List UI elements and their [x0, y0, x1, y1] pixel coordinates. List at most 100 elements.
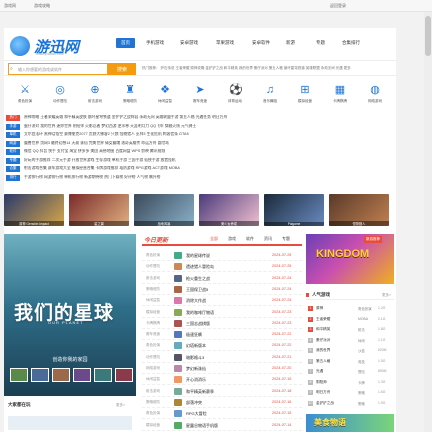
- news-title-link[interactable]: 消除大作战: [186, 298, 206, 304]
- link-row-links[interactable]: 好玩的手游推荐 二次元手游 开放世界游戏 生存游戏 单机手游 三国手游 仙侠手游…: [24, 158, 394, 163]
- news-title-link[interactable]: 枪火重生之战: [186, 276, 210, 282]
- news-row[interactable]: 角色扮演 我的星球传说 2024-07-25: [142, 250, 302, 261]
- news-row[interactable]: 模拟经营 我的咖啡厅物语 2024-07-23: [142, 307, 302, 318]
- rank-title[interactable]: 我的世界: [316, 348, 330, 353]
- link-row-links[interactable]: 微信 QQ 抖音 快手 支付宝 淘宝 拼多多 美团 高德地图 百度网盘 WPS …: [24, 149, 394, 154]
- ranking-row[interactable]: 5 我的世界 沙盒 620M: [306, 346, 394, 355]
- link-row-links[interactable]: 射击游戏合集 赛车游戏大全 模拟经营合集 卡牌游戏推荐 塔防游戏 RPG游戏 A…: [24, 166, 394, 171]
- news-tab-4[interactable]: 专题: [282, 236, 290, 242]
- ranking-row[interactable]: 7 光遇 冒险 890M: [306, 367, 394, 376]
- link-row-links[interactable]: 原神攻略 王者荣耀英雄 和平精英皮肤 崩坏星穹铁道 金铲铲之战阵容 永劫无间 英…: [24, 115, 394, 120]
- game-banner[interactable]: 战地风暴: [134, 194, 194, 226]
- popular-more-link[interactable]: 更多>: [116, 403, 125, 408]
- news-title-link[interactable]: 三国志战棋版: [186, 321, 210, 327]
- category-2[interactable]: ⊕ 射击游戏: [80, 84, 110, 104]
- rank-title[interactable]: 明日方舟: [316, 390, 330, 395]
- right-bottom-banner[interactable]: 美食物语: [306, 414, 394, 432]
- news-row[interactable]: 模拟经营 星露谷物语手机版 2024-07-14: [142, 420, 302, 431]
- browser-tab-2[interactable]: 游戏攻略: [34, 3, 50, 9]
- news-row[interactable]: 休闲益智 开心消消乐 2024-07-19: [142, 374, 302, 386]
- news-row[interactable]: 卡牌棋牌 三国志战棋版 2024-07-23: [142, 318, 302, 329]
- ranking-row[interactable]: 4 蛋仔派对 休闲 1.1G: [306, 336, 394, 345]
- news-row[interactable]: 角色扮演 幻塔新版本 2024-07-22: [142, 340, 302, 352]
- ranking-row[interactable]: 3 和平精英 射击 1.8G: [306, 325, 394, 334]
- news-tab-3[interactable]: 资讯: [264, 236, 272, 242]
- link-row-tag[interactable]: 排行: [6, 174, 20, 181]
- game-banner[interactable]: 原神 Genshin Impact: [4, 194, 64, 226]
- login-link[interactable]: 返回登录: [330, 3, 346, 9]
- news-title-link[interactable]: 王国保卫战5: [186, 287, 208, 293]
- nav-item-4[interactable]: 安卓软件: [252, 40, 270, 46]
- page-scrollbar[interactable]: [424, 12, 432, 432]
- news-row[interactable]: 动作冒险 暗影格斗3 2024-07-21: [142, 352, 302, 363]
- ranking-row[interactable]: 6 第五人格 竞技 1.5G: [306, 357, 394, 366]
- news-row[interactable]: 策略塔防 部落冲突 2024-07-16: [142, 397, 302, 408]
- ranking-row[interactable]: 9 明日方舟 策略 1.6G: [306, 388, 394, 397]
- ranking-row[interactable]: 2 王者荣耀 MOBA 2.1G: [306, 315, 394, 324]
- game-banner[interactable]: Palgame: [264, 194, 324, 226]
- hero-banner[interactable]: 我们的星球 OUR PLANET 创造你我的家园: [4, 234, 136, 396]
- news-title-link[interactable]: RPG大冒险: [186, 411, 207, 417]
- search-input[interactable]: 输入你想要的游戏或软件: [8, 63, 108, 75]
- category-1[interactable]: ◎ 动作冒险: [45, 84, 75, 104]
- link-row-links[interactable]: 蛋仔派对 我的世界 迷你世界 阴阳师 火影忍者 梦幻西游 逆水寒 天涯明月刀 Q…: [24, 124, 394, 129]
- rank-title[interactable]: 金铲铲之战: [316, 401, 334, 406]
- game-banner[interactable]: 怪物猎人: [329, 194, 389, 226]
- nav-item-0[interactable]: 首页: [116, 38, 135, 48]
- category-5[interactable]: ➤ 赛车竞速: [185, 84, 215, 104]
- nav-item-5[interactable]: 新游: [286, 40, 295, 46]
- news-title-link[interactable]: 和平精英新赛季: [186, 389, 214, 395]
- category-6[interactable]: ⚽ 体育运动: [220, 84, 250, 104]
- news-row[interactable]: 动作冒险 遗迹猎人冒险岛 2024-07-25: [142, 261, 302, 273]
- news-title-link[interactable]: 幻塔新版本: [186, 343, 206, 349]
- scrollbar-thumb[interactable]: [425, 16, 431, 56]
- link-row-tag[interactable]: 手游: [6, 123, 20, 130]
- link-row-tag[interactable]: 软件: [6, 149, 20, 155]
- rank-title[interactable]: 光遇: [316, 369, 323, 374]
- category-7[interactable]: ♫ 音乐舞蹈: [255, 84, 285, 104]
- news-row[interactable]: 策略塔防 王国保卫战5 2024-07-24: [142, 284, 302, 295]
- right-promo-banner[interactable]: KINGDOM 新游推荐: [306, 234, 394, 284]
- hero-thumb[interactable]: [115, 368, 133, 382]
- category-0[interactable]: ⚔ 角色扮演: [10, 84, 40, 104]
- category-8[interactable]: ⊞ 模拟经营: [290, 84, 320, 104]
- news-row[interactable]: 赛车竞速 极速狂飙 2024-07-22: [142, 329, 302, 341]
- hero-thumb[interactable]: [31, 368, 49, 382]
- category-10[interactable]: ◍ 网络游戏: [360, 84, 390, 104]
- link-row-links[interactable]: 艾尔登法环 黑神话悟空 赛博朋克2077 荒野大镖客2 只狼 怪物猎人 巫师3 …: [24, 132, 394, 137]
- rank-title[interactable]: 原神: [316, 306, 323, 311]
- category-9[interactable]: ▦ 卡牌棋牌: [325, 84, 355, 104]
- nav-item-6[interactable]: 专题: [316, 40, 325, 46]
- category-3[interactable]: ♜ 策略塔防: [115, 84, 145, 104]
- game-banner[interactable]: 美少女养成: [199, 194, 259, 226]
- search-button[interactable]: 搜索: [108, 63, 136, 75]
- news-title-link[interactable]: 星露谷物语手机版: [186, 423, 218, 429]
- news-row[interactable]: 射击游戏 和平精英新赛季 2024-07-18: [142, 386, 302, 397]
- link-row-tag[interactable]: 热门: [6, 115, 20, 121]
- news-row[interactable]: 射击游戏 枪火重生之战 2024-07-24: [142, 273, 302, 284]
- nav-item-3[interactable]: 苹果游戏: [216, 40, 234, 46]
- news-title-link[interactable]: 我的咖啡厅物语: [186, 310, 214, 316]
- hero-thumb[interactable]: [52, 368, 70, 382]
- rank-title[interactable]: 阴阳师: [316, 380, 327, 385]
- news-row[interactable]: 角色扮演 RPG大冒险 2024-07-15: [142, 408, 302, 420]
- link-row-links[interactable]: 手游排行榜 网游排行榜 单机排行榜 新游期待榜 热门下载榜 好评榜 人气榜 飙升…: [24, 175, 394, 180]
- news-row[interactable]: 休闲益智 消除大作战 2024-07-24: [142, 295, 302, 307]
- news-title-link[interactable]: 极速狂飙: [186, 332, 202, 338]
- link-row-tag[interactable]: 单机: [6, 132, 20, 138]
- news-title-link[interactable]: 遗迹猎人冒险岛: [186, 264, 214, 270]
- news-row[interactable]: 网络游戏 梦幻新诛仙 2024-07-20: [142, 363, 302, 374]
- ranking-row[interactable]: 10 金铲铲之战 策略 1.9G: [306, 399, 394, 408]
- ranking-row[interactable]: 8 阴阳师 卡牌 1.3G: [306, 378, 394, 387]
- link-row-tag[interactable]: 专题: [6, 157, 20, 164]
- hero-thumb[interactable]: [94, 368, 112, 382]
- news-tab-0[interactable]: 全部: [210, 236, 218, 242]
- news-title-link[interactable]: 开心消消乐: [186, 377, 206, 383]
- popular-strip[interactable]: [8, 416, 132, 430]
- news-title-link[interactable]: 暗影格斗3: [186, 355, 204, 361]
- nav-item-1[interactable]: 手机游戏: [146, 40, 164, 46]
- news-tab-2[interactable]: 软件: [246, 236, 254, 242]
- link-row-links[interactable]: 魔兽世界 剑网3 最终幻想14 天谕 诛仙 完美世界 倩女幽魂 洛奇英雄传 命运…: [24, 141, 394, 146]
- category-4[interactable]: ❖ 休闲益智: [150, 84, 180, 104]
- news-title-link[interactable]: 我的星球传说: [186, 253, 210, 259]
